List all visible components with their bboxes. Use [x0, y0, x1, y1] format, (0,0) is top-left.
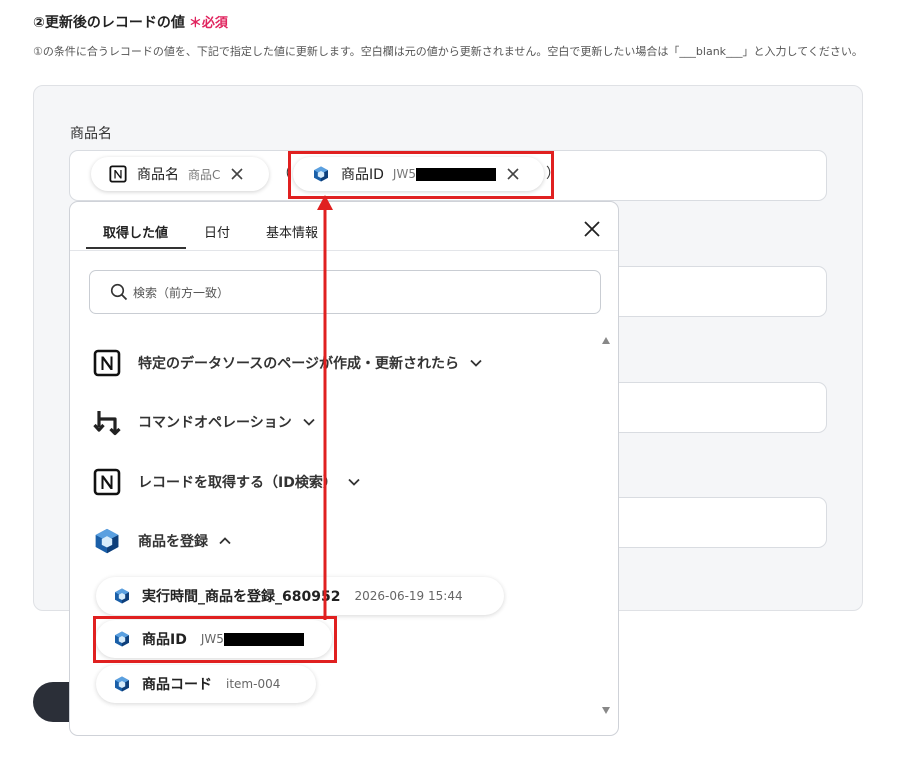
cube-icon	[95, 528, 119, 554]
group-register-product[interactable]: 商品を登録	[92, 525, 232, 557]
scroll-down-icon[interactable]	[602, 707, 610, 714]
highlight-box-target-chip	[288, 151, 554, 199]
option-value: item-004	[226, 677, 281, 691]
close-icon[interactable]	[582, 219, 602, 239]
group-label: 商品を登録	[138, 534, 208, 550]
tab-date[interactable]: 日付	[204, 222, 230, 241]
notion-icon	[109, 165, 127, 183]
option-name: 実行時間_商品を登録_680952	[142, 589, 341, 605]
active-tab-underline	[86, 247, 186, 249]
scrollbar[interactable]	[600, 332, 612, 722]
notion-icon-wrap	[92, 348, 122, 378]
scroll-up-icon[interactable]	[602, 337, 610, 344]
value-option-product-code[interactable]: 商品コード item-004	[96, 665, 316, 703]
notion-icon	[93, 349, 121, 377]
section-title: ②更新後のレコードの値 ＊必須	[33, 12, 228, 32]
chevron-down-icon[interactable]	[347, 477, 361, 487]
chevron-down-icon[interactable]	[469, 358, 483, 368]
option-name: 商品コード	[142, 677, 212, 693]
search-icon	[110, 283, 128, 301]
chevron-down-icon[interactable]	[302, 417, 316, 427]
command-operation-icon	[93, 411, 121, 436]
search-input[interactable]: 検索（前方一致）	[89, 270, 601, 314]
tabs-divider	[70, 250, 618, 251]
required-mark: ＊	[188, 16, 202, 31]
annotation-arrow	[317, 195, 333, 620]
option-value: 2026-06-19 15:44	[354, 589, 463, 603]
notion-icon	[93, 468, 121, 496]
chip-name: 商品名	[137, 167, 179, 183]
group-label: コマンドオペレーション	[138, 415, 292, 431]
command-icon-wrap	[92, 407, 122, 437]
value-chip-product-name[interactable]: 商品名 商品C	[91, 157, 269, 191]
cube-icon	[115, 676, 129, 692]
cube-icon	[115, 588, 129, 604]
group-datasource-trigger[interactable]: 特定のデータソースのページが作成・更新されたら	[92, 347, 483, 379]
tab-basic-info[interactable]: 基本情報	[266, 222, 318, 241]
required-badge: ＊必須	[189, 16, 228, 31]
cube-icon-wrap	[92, 526, 122, 556]
required-label: 必須	[201, 16, 228, 31]
section-title-text: ②更新後のレコードの値	[33, 15, 185, 31]
group-label: レコードを取得する（ID検索）	[138, 475, 337, 491]
highlight-box-source-option	[93, 616, 337, 663]
tab-acquired-values[interactable]: 取得した値	[103, 222, 168, 241]
notion-icon-wrap	[92, 467, 122, 497]
remove-chip-icon[interactable]	[230, 167, 244, 181]
group-label: 特定のデータソースのページが作成・更新されたら	[138, 356, 460, 372]
section-description: ①の条件に合うレコードの値を、下記で指定した値に更新します。空白欄は元の値から更…	[33, 45, 863, 58]
search-placeholder: 検索（前方一致）	[133, 285, 230, 300]
chip-value: 商品C	[188, 167, 221, 182]
field-label-product-name: 商品名	[70, 126, 112, 142]
value-option-execution-time[interactable]: 実行時間_商品を登録_680952 2026-06-19 15:44	[96, 577, 504, 615]
group-command-operation[interactable]: コマンドオペレーション	[92, 406, 316, 438]
chevron-up-icon[interactable]	[218, 536, 232, 546]
